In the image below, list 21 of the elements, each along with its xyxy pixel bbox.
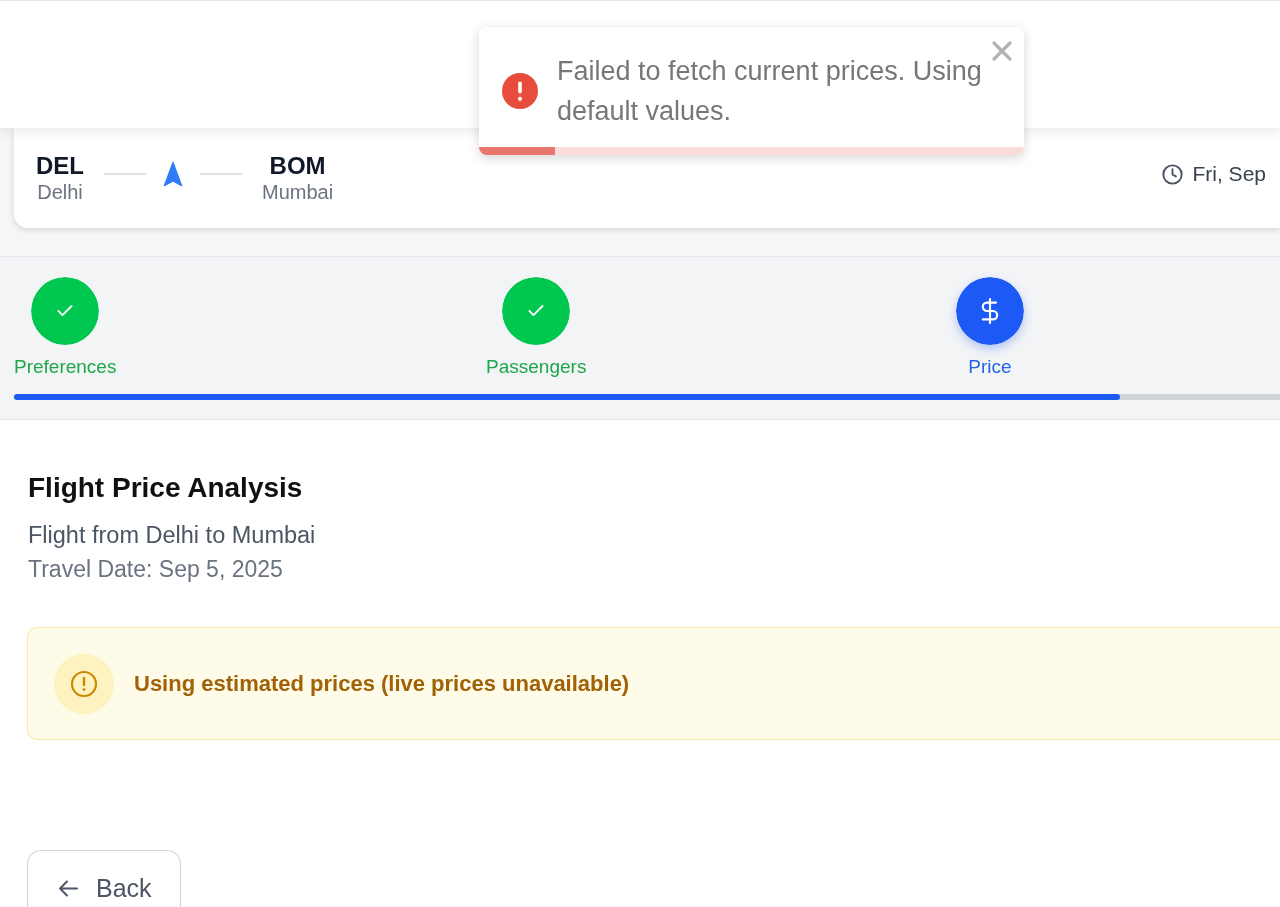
airport-code: DEL bbox=[36, 152, 84, 180]
step-label: Price bbox=[968, 355, 1012, 379]
navigation-arrow-icon bbox=[162, 162, 184, 186]
warning-icon bbox=[54, 653, 114, 714]
close-button[interactable] bbox=[991, 40, 1013, 62]
back-button[interactable]: Back bbox=[27, 850, 181, 907]
error-icon bbox=[502, 73, 538, 109]
city-name: Mumbai bbox=[262, 180, 334, 204]
step-label: Preferences bbox=[14, 355, 117, 379]
close-icon bbox=[991, 40, 1013, 62]
step-label: Passengers bbox=[486, 355, 587, 379]
section-title: Flight Price Analysis bbox=[28, 471, 303, 505]
travel-date: Travel Date: Sep 5, 2025 bbox=[28, 555, 283, 584]
route-subtitle: Flight from Delhi to Mumbai bbox=[28, 521, 316, 550]
city-name: Delhi bbox=[37, 180, 83, 204]
airport-code: BOM bbox=[269, 152, 326, 180]
arrow-left-icon bbox=[58, 880, 78, 897]
warning-message: Using estimated prices (live prices unavailable) bbox=[134, 670, 630, 697]
flight-date: Fri, Sep bbox=[1192, 161, 1266, 187]
clock-icon bbox=[1162, 163, 1184, 185]
toast-message: Failed to fetch current prices. Using default values. bbox=[557, 55, 983, 128]
